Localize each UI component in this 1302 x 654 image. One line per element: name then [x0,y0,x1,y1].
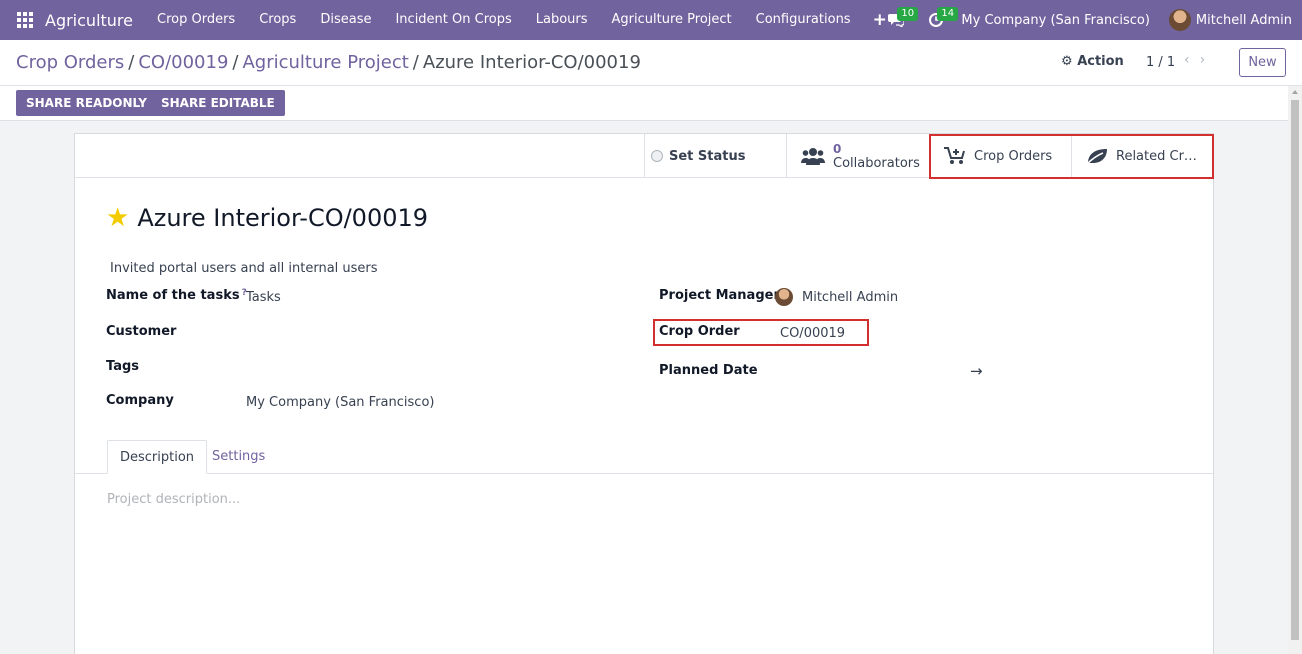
arrow-right-icon: → [970,362,983,380]
breadcrumb: Crop Orders / CO/00019/Agriculture Project… [16,52,641,73]
set-status-button[interactable]: Set Status [644,134,786,178]
user-name: Mitchell Admin [1195,12,1292,28]
project-manager-value: Mitchell Admin [802,289,899,305]
smart-buttons-highlight [929,134,1214,179]
messages-badge: 10 [897,7,919,21]
set-status-label: Set Status [669,148,746,164]
chevron-left-icon[interactable]: ‹ [1184,52,1200,68]
breadcrumb-separator: / [412,52,419,73]
menu-agriculture-project[interactable]: Agriculture Project [600,0,744,40]
share-editable-button[interactable]: SHARE EDITABLE [151,90,285,116]
menu-crops[interactable]: Crops [247,0,308,40]
project-manager-field[interactable]: Mitchell Admin [775,288,898,306]
action-label: Action [1077,54,1124,69]
activities-badge: 14 [937,7,959,21]
tags-label: Tags [106,359,140,374]
users-icon [801,148,825,165]
top-navbar: Agriculture Crop Orders Crops Disease In… [0,0,1302,40]
project-manager-label: Project Manager [659,288,780,303]
breadcrumb-crop-orders[interactable]: Crop Orders [16,52,124,73]
messages-button[interactable]: 10 [881,0,919,40]
avatar [1168,9,1191,31]
star-icon[interactable]: ★ [106,205,129,231]
status-radio-icon [651,150,663,162]
menu-incident-on-crops[interactable]: Incident On Crops [383,0,523,40]
action-button[interactable]: ⚙ Action [1061,54,1124,69]
pager-value[interactable]: 1 / 1 [1146,55,1175,70]
activities-button[interactable]: 14 [921,0,959,40]
tasks-label: Name of the tasks? [106,288,247,303]
scroll-thumb[interactable] [1291,100,1299,640]
app-name[interactable]: Agriculture [45,11,133,30]
menu-crop-orders[interactable]: Crop Orders [145,0,247,40]
scroll-up-arrow-icon[interactable] [1292,90,1298,94]
scrollbar[interactable] [1288,86,1302,654]
main-menu: Crop Orders Crops Disease Incident On Cr… [145,0,897,40]
breadcrumb-agriculture-project[interactable]: Agriculture Project [242,52,408,73]
company-switcher[interactable]: My Company (San Francisco) [961,13,1149,28]
avatar [775,288,793,306]
tasks-label-text: Name of the tasks [106,288,240,303]
planned-date-label: Planned Date [659,363,758,378]
title-row: ★ Azure Interior-CO/00019 [106,204,428,232]
tasks-field[interactable]: Tasks [246,290,281,305]
project-description-editor[interactable]: Project description... [107,492,240,507]
menu-labours[interactable]: Labours [524,0,600,40]
collaborators-button[interactable]: 0 Collaborators [786,134,929,178]
breadcrumb-current: Azure Interior-CO/00019 [422,52,641,73]
tab-settings[interactable]: Settings [200,440,277,474]
form-sheet: Set Status 0 Collaborators Crop Orders R… [74,133,1214,654]
header-buttons-bar: SHARE READONLY SHARE EDITABLE [0,86,1288,121]
notebook-tabs: Description Settings [75,440,1213,474]
user-menu[interactable]: Mitchell Admin [1168,9,1292,31]
privacy-visibility[interactable]: Invited portal users and all internal us… [110,261,378,276]
new-button[interactable]: New [1239,48,1286,77]
collaborators-label: Collaborators [833,155,920,171]
breadcrumb-co-00019[interactable]: CO/00019 [138,52,228,73]
pager-arrows: ‹› [1184,52,1215,68]
chevron-right-icon[interactable]: › [1200,52,1216,68]
breadcrumb-separator: / [128,52,135,73]
menu-configurations[interactable]: Configurations [744,0,863,40]
tab-description[interactable]: Description [107,440,208,474]
customer-field[interactable] [246,324,626,342]
collaborators-count: 0 [833,141,842,156]
record-title[interactable]: Azure Interior-CO/00019 [137,204,428,232]
control-panel: Crop Orders / CO/00019/Agriculture Project… [0,40,1302,86]
menu-disease[interactable]: Disease [308,0,383,40]
gear-icon: ⚙ [1061,54,1073,69]
company-field[interactable]: My Company (San Francisco) [246,395,434,410]
crop-order-highlight [653,319,869,346]
customer-label: Customer [106,324,177,339]
company-label: Company [106,393,174,408]
share-readonly-button[interactable]: SHARE READONLY [16,90,157,116]
systray: 10 14 My Company (San Francisco) Mitchel… [881,0,1302,40]
apps-menu-icon[interactable] [17,12,33,28]
breadcrumb-separator: / [232,52,239,73]
tags-field[interactable] [246,359,626,377]
